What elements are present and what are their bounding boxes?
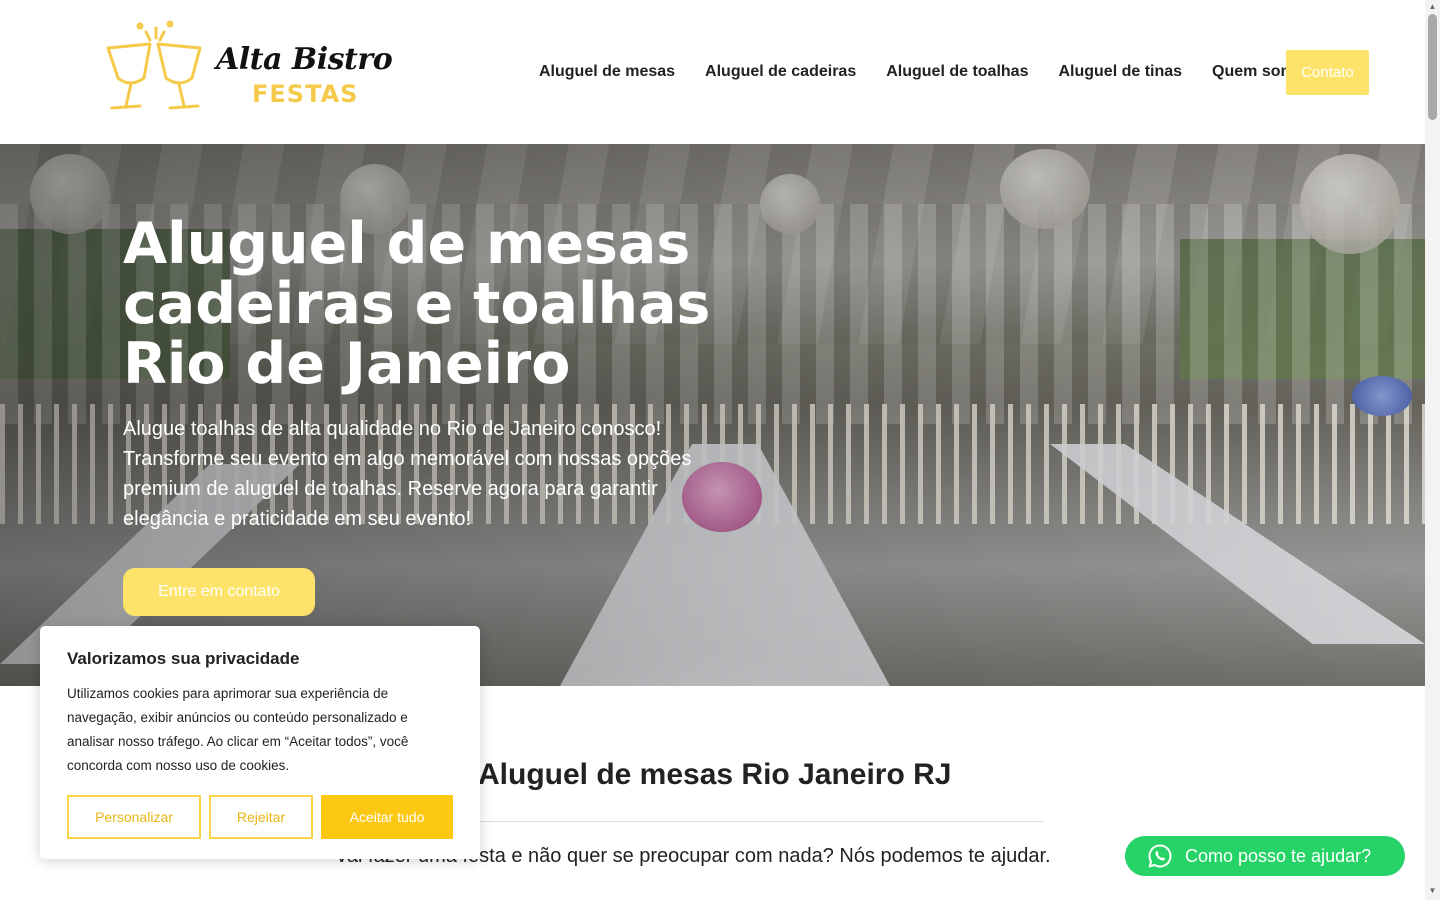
hero-section: Aluguel de mesas cadeiras e toalhas Rio … (0, 144, 1425, 686)
nav-item-aluguel-cadeiras[interactable]: Aluguel de cadeiras (690, 63, 871, 81)
cookie-title: Valorizamos sua privacidade (67, 649, 300, 668)
contact-button[interactable]: Contato (1286, 50, 1369, 95)
hero-contact-button[interactable]: Entre em contato (123, 568, 315, 616)
scroll-up-arrow-icon[interactable]: ▲ (1428, 2, 1437, 12)
whatsapp-label: Como posso te ajudar? (1185, 845, 1372, 866)
hero-title-line: cadeiras e toalhas (123, 271, 711, 337)
nav-item-aluguel-tinas[interactable]: Aluguel de tinas (1043, 63, 1197, 81)
cookie-consent-banner: Valorizamos sua privacidade Utilizamos c… (40, 626, 480, 859)
hero-description: Alugue toalhas de alta qualidade no Rio … (123, 418, 692, 530)
page-scrollbar[interactable]: ▲ ▼ (1425, 0, 1440, 900)
scrollbar-thumb[interactable] (1428, 14, 1437, 120)
logo-text-primary: Alta Bistro (216, 42, 393, 77)
cookie-personalize-button[interactable]: Personalizar (67, 795, 201, 839)
logo[interactable]: Alta Bistro FESTAS (100, 18, 393, 116)
hero-title-line: Aluguel de mesas (123, 211, 691, 277)
whatsapp-chat-button[interactable]: Como posso te ajudar? (1125, 836, 1405, 876)
champagne-glasses-icon (106, 20, 202, 110)
site-header: Alta Bistro FESTAS Aluguel de mesas Alug… (0, 0, 1425, 144)
scroll-down-arrow-icon[interactable]: ▼ (1428, 886, 1437, 896)
whatsapp-icon (1148, 844, 1172, 868)
cookie-reject-button[interactable]: Rejeitar (209, 795, 313, 839)
hero-title-line: Rio de Janeiro (123, 331, 571, 397)
main-nav: Aluguel de mesas Aluguel de cadeiras Alu… (524, 50, 1328, 94)
hero-title: Aluguel de mesas cadeiras e toalhas Rio … (123, 214, 763, 394)
cookie-accept-button[interactable]: Aceitar tudo (321, 795, 453, 839)
nav-item-aluguel-toalhas[interactable]: Aluguel de toalhas (871, 63, 1043, 81)
cookie-text: Utilizamos cookies para aprimorar sua ex… (67, 686, 409, 773)
logo-text-secondary: FESTAS (252, 80, 359, 108)
nav-item-aluguel-mesas[interactable]: Aluguel de mesas (524, 63, 690, 81)
section-title: Aluguel de mesas Rio Janeiro RJ (478, 758, 952, 791)
